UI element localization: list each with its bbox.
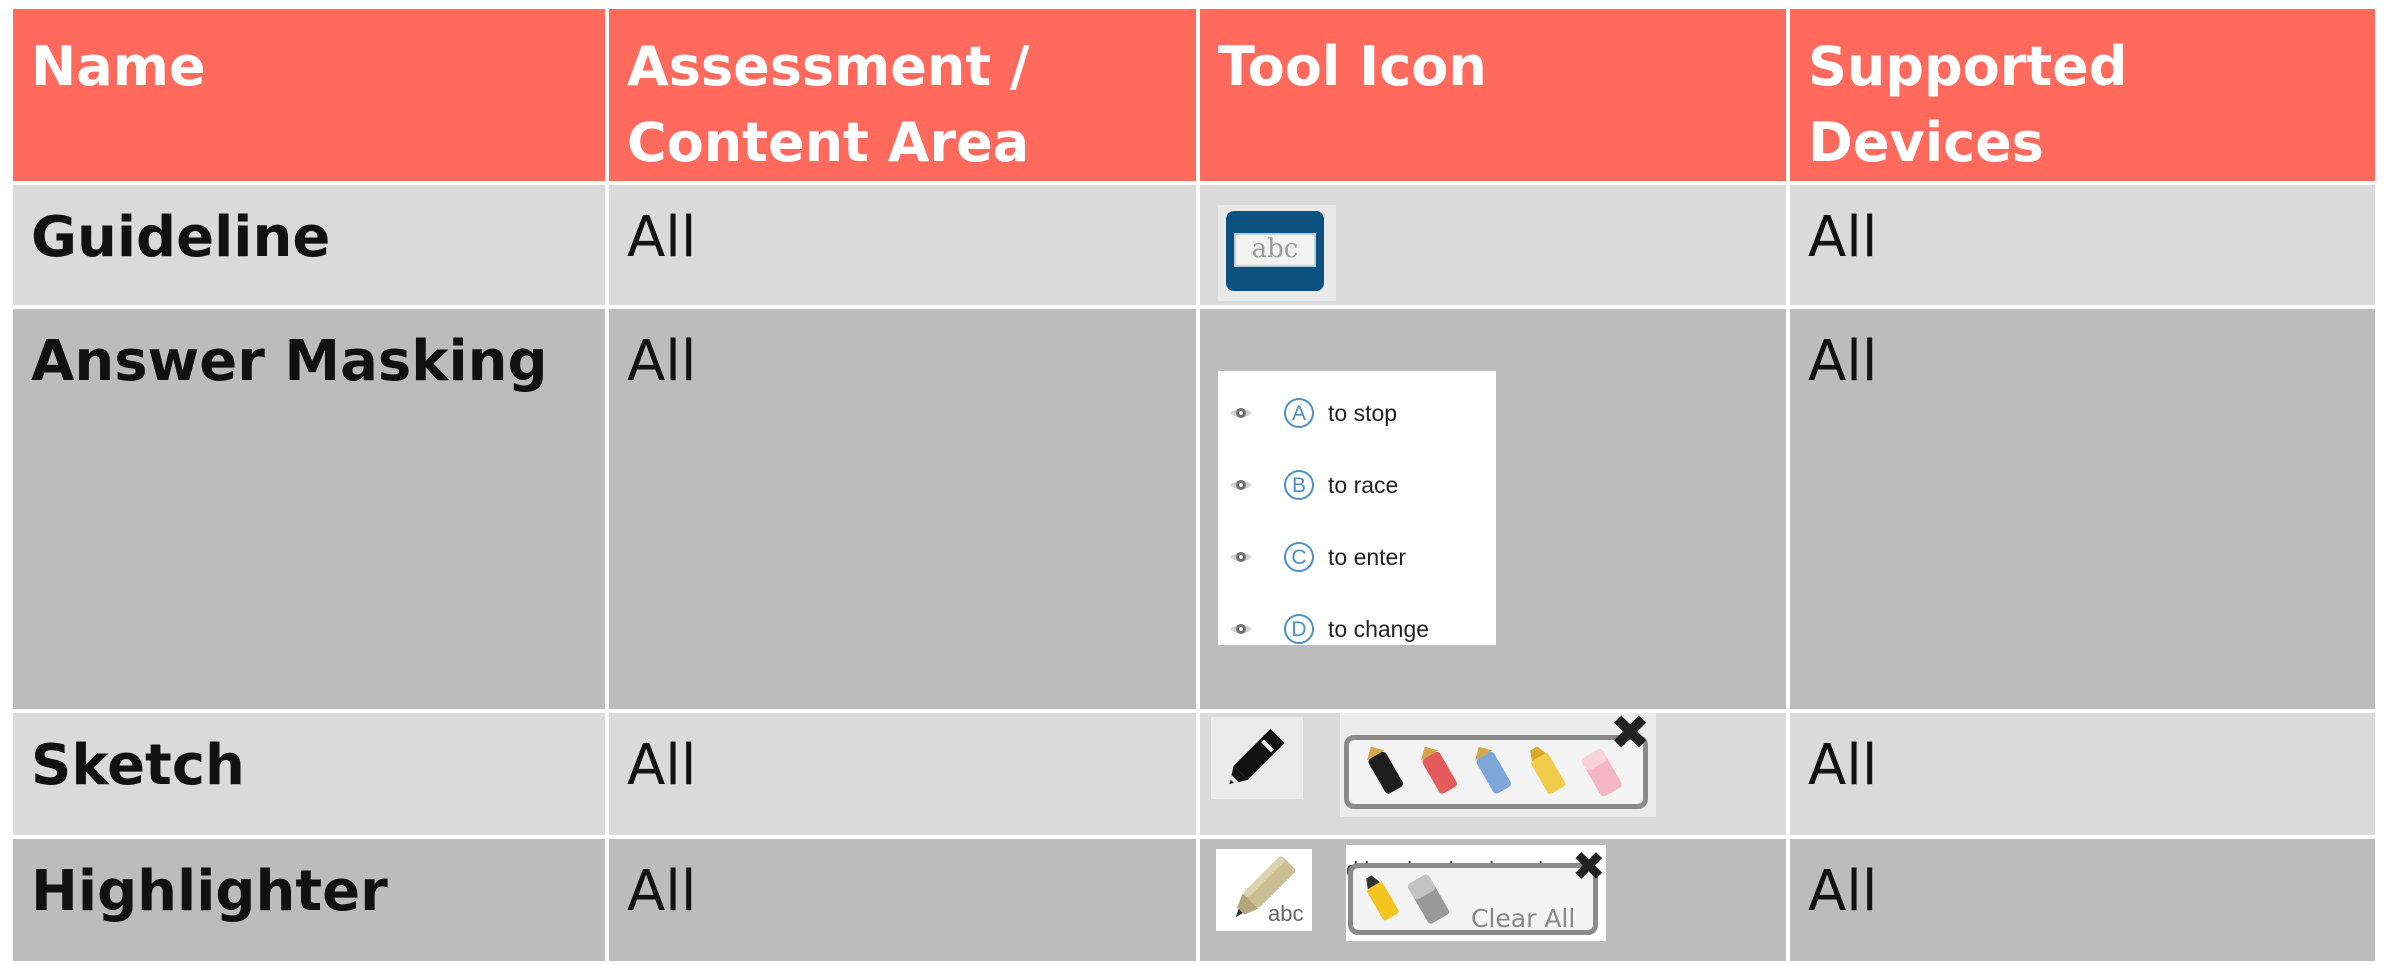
highlighter-toolbar: Clear All: [1348, 863, 1598, 935]
header-assessment: Assessment / Content Area: [605, 5, 1200, 185]
tools-table: Name Assessment / Content Area Tool Icon…: [9, 5, 2379, 965]
eye-icon[interactable]: [1228, 617, 1254, 641]
close-icon[interactable]: ✖: [1572, 847, 1606, 887]
eye-icon[interactable]: [1228, 545, 1254, 569]
answer-option[interactable]: D to change: [1218, 593, 1496, 665]
clear-all-button[interactable]: Clear All: [1471, 886, 1575, 941]
sketch-toolbar: [1344, 735, 1648, 809]
answer-option[interactable]: A to stop: [1218, 377, 1496, 449]
tool-icon-cell: abc: [1196, 181, 1790, 309]
tool-area: All: [605, 305, 1200, 713]
pencil-icon[interactable]: [1211, 717, 1303, 799]
header-tool-icon: Tool Icon: [1196, 5, 1790, 185]
highlighter-icon[interactable]: abc: [1216, 849, 1312, 931]
tool-icon-cell: abc d he also developed Clear All ✖: [1196, 835, 1790, 965]
tool-icon-cell: A to stop B to race C to enter D to chan…: [1196, 305, 1790, 713]
tool-area: All: [605, 709, 1200, 839]
option-letter: B: [1284, 470, 1314, 500]
table-row: Highlighter All abc d he also de: [9, 835, 2379, 965]
tool-name: Sketch: [9, 709, 609, 839]
table-row: Sketch All ✖ All: [9, 709, 2379, 839]
option-text: to change: [1328, 616, 1430, 642]
eye-icon[interactable]: [1228, 401, 1254, 425]
blue-pencil-icon[interactable]: [1470, 742, 1512, 795]
option-text: to stop: [1328, 400, 1398, 426]
guideline-icon: abc: [1218, 205, 1336, 301]
tool-devices: All: [1786, 305, 2379, 713]
eye-icon[interactable]: [1228, 473, 1254, 497]
guideline-icon-frame: abc: [1226, 211, 1324, 291]
yellow-highlighter-icon[interactable]: [1525, 743, 1566, 795]
answer-option[interactable]: C to enter: [1218, 521, 1496, 593]
answer-option[interactable]: B to race: [1218, 449, 1496, 521]
table-row: Answer Masking All A to stop B to race C…: [9, 305, 2379, 713]
tool-area: All: [605, 835, 1200, 965]
option-text: to race: [1328, 472, 1399, 498]
header-devices: Supported Devices: [1786, 5, 2379, 185]
tool-icon-cell: ✖: [1196, 709, 1790, 839]
highlighter-icon-text: abc: [1268, 901, 1304, 926]
tool-area: All: [605, 181, 1200, 309]
tool-devices: All: [1786, 181, 2379, 309]
option-letter: A: [1284, 398, 1314, 428]
black-pencil-icon[interactable]: [1362, 742, 1404, 795]
answer-masking-panel: A to stop B to race C to enter D to chan…: [1218, 371, 1496, 645]
table-row: Guideline All abc All: [9, 181, 2379, 309]
option-text: to enter: [1328, 544, 1406, 570]
tool-devices: All: [1786, 835, 2379, 965]
eraser-icon[interactable]: [1407, 873, 1451, 925]
sketch-tray: ✖: [1340, 709, 1656, 817]
highlighter-tray: d he also developed Clear All ✖: [1346, 845, 1606, 941]
tool-name: Answer Masking: [9, 305, 609, 713]
tool-name: Highlighter: [9, 835, 609, 965]
tool-devices: All: [1786, 709, 2379, 839]
option-letter: C: [1284, 542, 1314, 572]
yellow-highlighter-icon[interactable]: [1361, 872, 1400, 921]
header-row: Name Assessment / Content Area Tool Icon…: [9, 5, 2379, 185]
option-letter: D: [1284, 614, 1314, 644]
tool-name: Guideline: [9, 181, 609, 309]
close-icon[interactable]: ✖: [1610, 709, 1650, 757]
header-name: Name: [9, 5, 609, 185]
red-pencil-icon[interactable]: [1416, 742, 1458, 795]
guideline-icon-text: abc: [1234, 233, 1316, 267]
